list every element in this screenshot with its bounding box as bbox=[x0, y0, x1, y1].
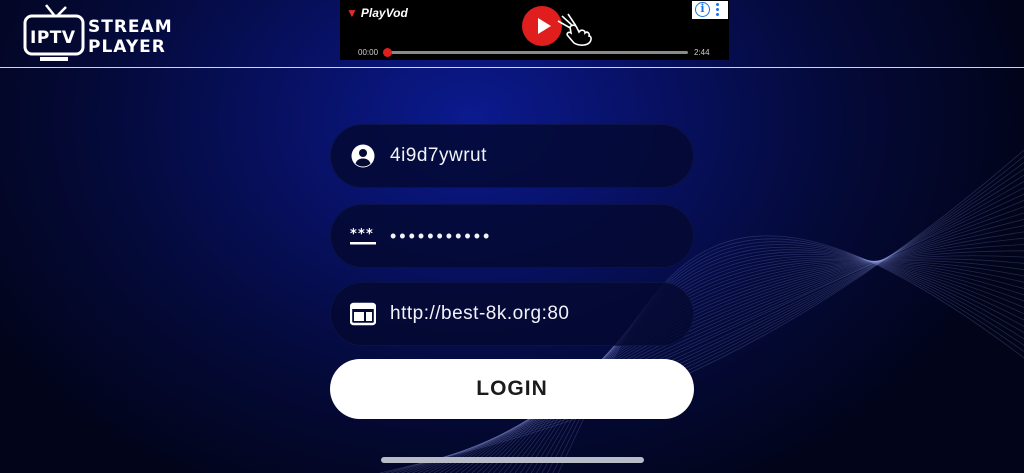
ad-time-duration: 2:44 bbox=[694, 48, 710, 57]
ad-brand-logo-icon: ▼ bbox=[346, 6, 358, 20]
username-input[interactable] bbox=[390, 124, 680, 188]
ad-time-elapsed: 00:00 bbox=[358, 48, 379, 57]
more-vertical-icon[interactable] bbox=[716, 3, 720, 17]
svg-text:*: * bbox=[350, 227, 357, 242]
ad-brand[interactable]: ▼ PlayVod bbox=[346, 6, 408, 20]
header-divider bbox=[0, 67, 1024, 68]
info-icon[interactable]: i bbox=[695, 2, 710, 17]
ad-banner[interactable]: ▼ PlayVod 00:00 2:44 i bbox=[340, 0, 729, 60]
svg-text:*: * bbox=[366, 227, 373, 242]
app-header: IPTV STREAM PLAYER ▼ PlayVod 00:00 2:44 i bbox=[0, 0, 1024, 68]
server-url-input[interactable] bbox=[390, 282, 680, 346]
home-indicator[interactable] bbox=[381, 457, 644, 463]
password-input[interactable] bbox=[390, 204, 680, 268]
logo-title-line-2: PLAYER bbox=[88, 37, 166, 57]
svg-text:*: * bbox=[358, 227, 365, 242]
user-circle-icon bbox=[351, 144, 375, 168]
browser-window-icon bbox=[350, 302, 376, 326]
ad-choices[interactable]: i bbox=[692, 1, 728, 19]
logo-title-line-1: STREAM bbox=[88, 17, 173, 37]
password-asterisk-icon: * * * bbox=[350, 227, 376, 245]
login-button[interactable]: LOGIN bbox=[330, 359, 694, 419]
app-logo: IPTV STREAM PLAYER bbox=[22, 2, 192, 64]
hand-pointer-icon bbox=[557, 13, 592, 46]
ad-brand-label: PlayVod bbox=[360, 6, 408, 20]
password-field[interactable]: * * * bbox=[330, 204, 694, 268]
ad-progress-track[interactable] bbox=[385, 51, 688, 54]
server-url-field[interactable] bbox=[330, 282, 694, 346]
ad-progress-knob[interactable] bbox=[383, 48, 392, 57]
username-field[interactable] bbox=[330, 124, 694, 188]
logo-badge-text: IPTV bbox=[30, 28, 76, 48]
